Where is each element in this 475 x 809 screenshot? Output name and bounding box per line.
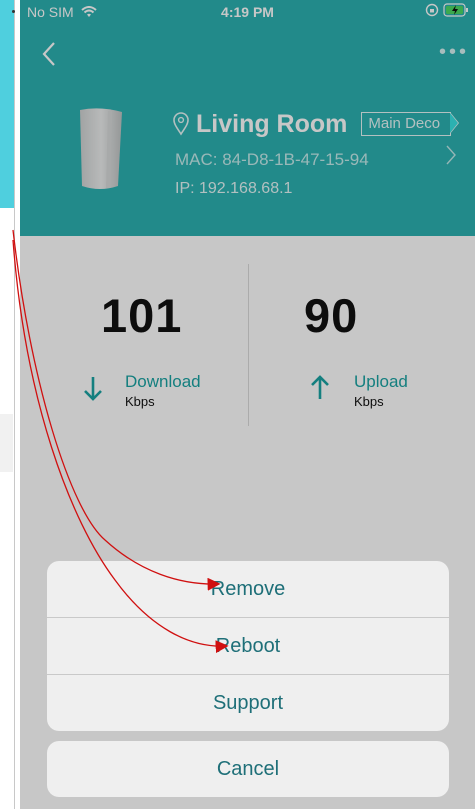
action-sheet: Remove Reboot Support (47, 561, 449, 731)
cancel-button[interactable]: Cancel (47, 741, 449, 797)
adjacent-box (0, 414, 13, 472)
adjacent-screen-strip (0, 0, 20, 809)
adjacent-dot (12, 10, 15, 13)
remove-button[interactable]: Remove (47, 561, 449, 618)
adjacent-divider (14, 0, 15, 809)
support-button[interactable]: Support (47, 675, 449, 731)
phone-screen: ••• Living Room Main Deco MAC: 84-D8-1B-… (20, 0, 475, 809)
adjacent-teal-area (0, 0, 14, 208)
reboot-button[interactable]: Reboot (47, 618, 449, 675)
